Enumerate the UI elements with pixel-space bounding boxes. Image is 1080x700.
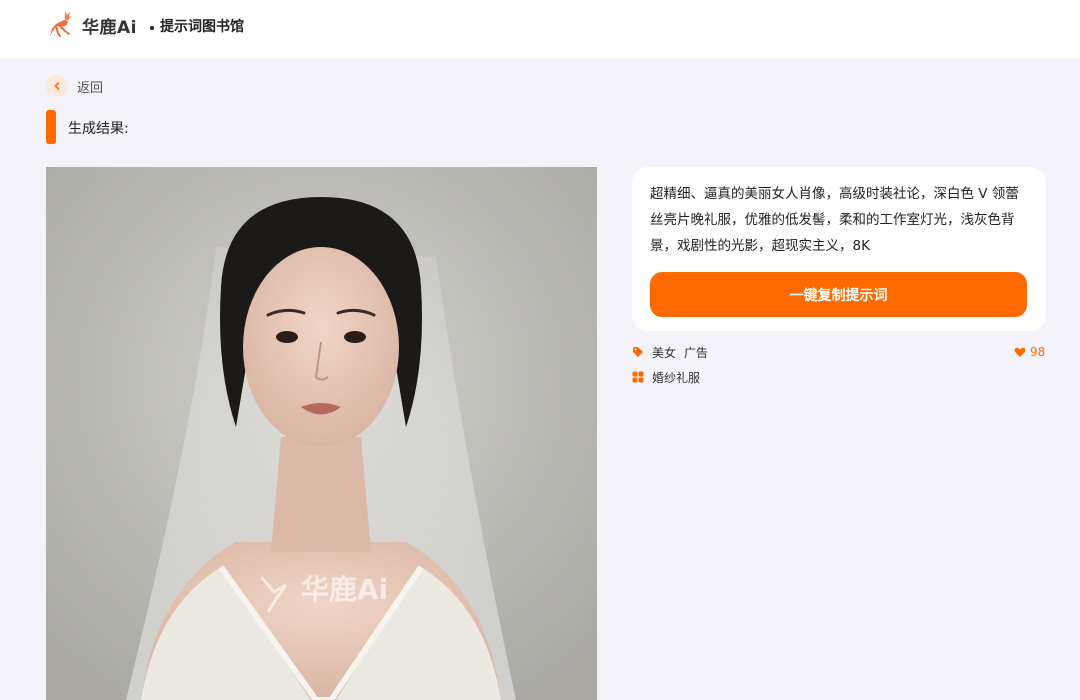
- grid-icon: [632, 371, 644, 383]
- prompt-text: 超精细、逼真的美丽女人肖像，高级时装社论，深白色 V 领蕾丝亮片晚礼服，优雅的低…: [650, 186, 1019, 254]
- heart-icon: [1014, 347, 1026, 357]
- back-circle[interactable]: [46, 75, 68, 97]
- tag-beauty[interactable]: 美女: [652, 344, 676, 361]
- category-list: 婚纱礼服: [632, 369, 700, 385]
- top-bar: 华鹿Ai 提示词图书馆: [0, 0, 1080, 58]
- like-count: 98: [1030, 345, 1046, 359]
- portrait-illustration: 华鹿Ai: [46, 167, 597, 700]
- category-wedding-dress[interactable]: 婚纱礼服: [652, 369, 700, 386]
- watermark-text: 华鹿Ai: [301, 573, 388, 606]
- generated-image[interactable]: 华鹿Ai: [46, 167, 597, 700]
- like-button[interactable]: 98: [1014, 344, 1045, 360]
- deer-logo-icon[interactable]: [47, 9, 75, 39]
- back-label[interactable]: 返回: [77, 77, 103, 96]
- brand-name[interactable]: 华鹿Ai: [82, 13, 137, 38]
- back-button[interactable]: 返回: [46, 74, 103, 98]
- separator-dot: [150, 26, 154, 30]
- result-title: 生成结果:: [68, 121, 129, 137]
- copy-prompt-button[interactable]: 一键复制提示词: [650, 272, 1027, 317]
- section-title[interactable]: 提示词图书馆: [160, 16, 244, 36]
- result-accent-bar: [46, 110, 56, 144]
- chevron-left-icon: [54, 82, 60, 90]
- tag-list: 美女 广告: [632, 344, 708, 360]
- tag-icon: [633, 347, 643, 357]
- prompt-card: 超精细、逼真的美丽女人肖像，高级时装社论，深白色 V 领蕾丝亮片晚礼服，优雅的低…: [632, 167, 1046, 331]
- tag-advertising[interactable]: 广告: [684, 344, 708, 361]
